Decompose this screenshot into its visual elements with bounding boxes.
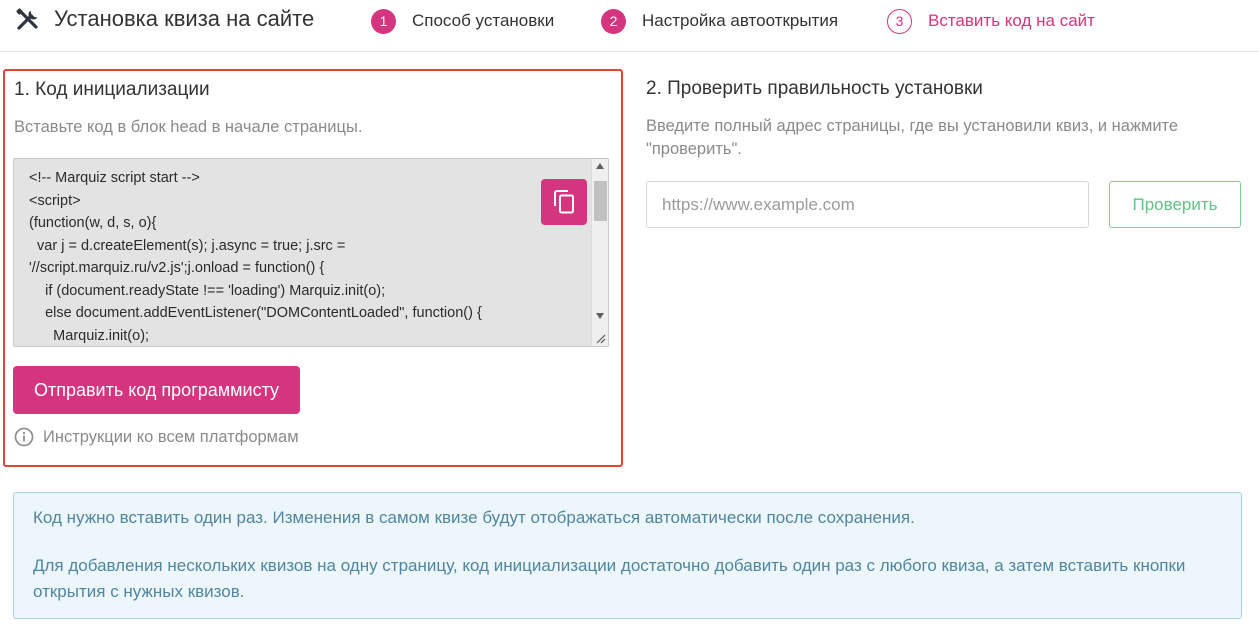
step-installation-method[interactable]: 1 Способ установки (371, 8, 554, 34)
code-text: <!-- Marquiz script start --> <script> (… (29, 170, 482, 344)
page-url-input[interactable] (646, 181, 1089, 228)
scroll-up-arrow-icon[interactable] (596, 163, 604, 169)
scroll-thumb[interactable] (594, 181, 607, 221)
step-number: 1 (371, 8, 396, 34)
info-alert: Код нужно вставить один раз. Изменения в… (13, 492, 1242, 619)
step-label: Настройка автооткрытия (642, 11, 839, 30)
step-label: Способ установки (412, 11, 555, 30)
init-code-title: 1. Код инициализации (14, 79, 210, 100)
instructions-link[interactable]: Инструкции ко всем платформам (14, 427, 299, 447)
init-code-panel: 1. Код инициализации Вставьте код в блок… (3, 69, 623, 467)
copy-icon (554, 190, 574, 214)
copy-code-button[interactable] (541, 179, 587, 225)
scroll-down-arrow-icon[interactable] (596, 313, 604, 319)
resize-grip-icon[interactable] (594, 332, 606, 344)
page-header: Установка квиза на сайте 1 Способ устано… (0, 0, 1259, 52)
page-title: Установка квиза на сайте (54, 6, 315, 31)
instructions-link-text: Инструкции ко всем платформам (43, 427, 299, 446)
tools-icon (16, 8, 38, 30)
step-insert-code[interactable]: 3 Вставить код на сайт (887, 8, 1095, 34)
info-icon (14, 427, 34, 447)
step-number: 2 (601, 8, 626, 34)
info-paragraph: Код нужно вставить один раз. Изменения в… (33, 508, 915, 527)
check-install-title: 2. Проверить правильность установки (646, 78, 983, 99)
step-label: Вставить код на сайт (928, 11, 1095, 30)
init-code-subtitle: Вставьте код в блок head в начале страни… (14, 118, 363, 136)
send-to-developer-button[interactable]: Отправить код программисту (13, 366, 300, 414)
step-autoopen-settings[interactable]: 2 Настройка автооткрытия (601, 8, 838, 34)
check-button[interactable]: Проверить (1109, 181, 1241, 228)
step-number: 3 (887, 8, 912, 34)
check-install-subtitle: Введите полный адрес страницы, где вы ус… (646, 117, 1179, 158)
info-paragraph: Для добавления нескольких квизов на одну… (33, 556, 1186, 601)
code-scrollbar[interactable] (591, 159, 608, 346)
code-textarea[interactable]: <!-- Marquiz script start --> <script> (… (13, 158, 609, 347)
